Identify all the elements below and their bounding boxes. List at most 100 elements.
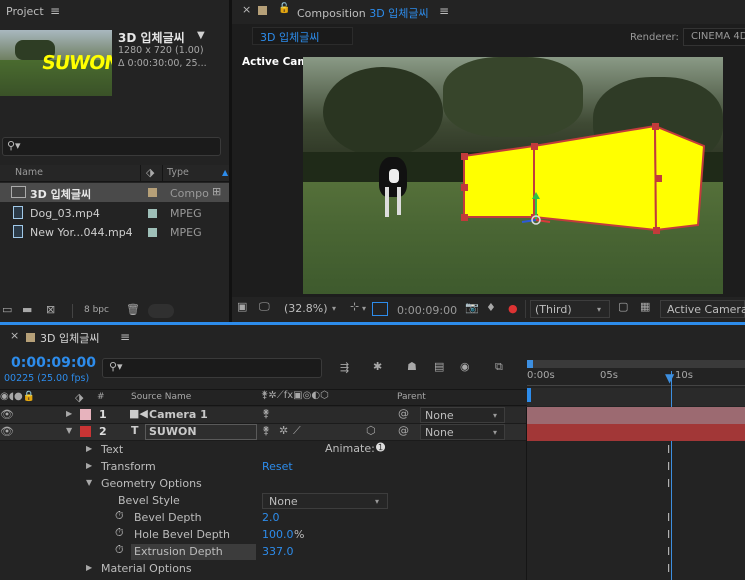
extrusion-value[interactable]: 337.0 <box>262 545 294 558</box>
bpc-button[interactable]: 8 bpc <box>84 305 109 315</box>
keyframe-marker-icon[interactable]: I <box>667 443 670 456</box>
quality-switch-icon[interactable]: ⟋ <box>293 424 301 438</box>
motion-blur-icon[interactable]: ◉ <box>460 360 470 373</box>
comp-tab-name[interactable]: 3D 입체글씨 <box>369 7 428 20</box>
current-time[interactable]: 0:00:09:00 <box>11 355 96 371</box>
frame-blending-icon[interactable]: ▤ <box>434 360 444 373</box>
chevron-down-icon[interactable]: ▾ <box>332 304 336 313</box>
property-row[interactable]: Bevel Style None ▾ <box>0 493 527 510</box>
playhead-icon[interactable]: ▼ <box>665 371 674 385</box>
playhead-line[interactable] <box>671 371 672 580</box>
keyframe-marker-icon[interactable]: I <box>667 460 670 473</box>
col-type[interactable]: Type <box>167 167 189 178</box>
project-item[interactable]: 3D 입체글씨 Compo ⊞ <box>0 183 229 202</box>
stopwatch-icon[interactable]: ⏱ <box>115 509 124 523</box>
property-row[interactable]: ▶ Material Options <box>0 561 527 578</box>
close-icon[interactable]: × <box>10 329 19 342</box>
channel-rgb-icon[interactable]: ● <box>508 302 518 315</box>
label-swatch[interactable] <box>148 209 157 218</box>
label-tag-icon[interactable]: ⬗ <box>146 166 154 179</box>
animate-menu-icon[interactable]: ➊ <box>376 441 385 454</box>
lock-icon[interactable]: 🔓 <box>278 3 290 14</box>
label-swatch[interactable] <box>148 188 157 197</box>
collapse-arrow-icon[interactable]: ▼ <box>86 478 92 487</box>
layer-label-color[interactable] <box>80 426 91 437</box>
expand-arrow-icon[interactable]: ▶ <box>86 444 92 453</box>
transparency-grid-icon[interactable]: ▦ <box>640 300 650 313</box>
collapse-switch-icon[interactable]: ✲ <box>279 424 288 437</box>
keyframe-marker-icon[interactable]: I <box>667 562 670 575</box>
project-tab[interactable]: Project <box>6 5 44 18</box>
time-ruler[interactable]: 0:00s 05s 10s ▼ <box>527 358 745 406</box>
timeline-split[interactable] <box>526 407 527 580</box>
trash-icon[interactable]: 🗑 <box>126 303 140 316</box>
3d-layer-icon[interactable]: ⬡ <box>366 424 376 437</box>
layer-row[interactable]: 👁 ▶ 1 ■◀ Camera 1 ⚵ @ None ▾ <box>0 407 527 424</box>
col-source-name[interactable]: Source Name <box>131 392 191 402</box>
keyframe-marker-icon[interactable]: I <box>667 477 670 490</box>
shy-icon[interactable]: ☗ <box>407 360 417 373</box>
eye-icon[interactable]: 👁 <box>0 408 14 421</box>
new-folder-icon[interactable]: ▬ <box>22 303 32 316</box>
timeline-search-input[interactable]: ⚲▾ <box>102 358 322 378</box>
graph-editor-icon[interactable]: ⧉ <box>495 360 503 374</box>
parent-dropdown[interactable]: None ▾ <box>420 407 505 423</box>
hole-bevel-value[interactable]: 100.0 <box>262 528 294 541</box>
shy-switch-icon[interactable]: ⚵ <box>262 407 270 420</box>
parent-dropdown[interactable]: None ▾ <box>420 424 505 440</box>
interpret-footage-icon[interactable]: ▭ <box>2 303 12 316</box>
property-row[interactable]: ⏱ Extrusion Depth 337.0 <box>0 543 527 561</box>
eye-icon[interactable]: 👁 <box>0 425 14 438</box>
comp-mini-flowchart-icon[interactable]: ⇶ <box>340 361 349 374</box>
reset-link[interactable]: Reset <box>262 460 293 473</box>
layer-name[interactable]: Camera 1 <box>149 408 208 421</box>
snapshot-camera-icon[interactable]: 📷 <box>465 301 479 314</box>
always-preview-icon[interactable]: ▣ <box>237 300 247 313</box>
col-name[interactable]: Name <box>15 167 43 178</box>
comp-dropdown-icon[interactable]: ▼ <box>197 30 205 41</box>
viewer-timecode[interactable]: 0:00:09:00 <box>397 304 457 317</box>
property-row[interactable]: ⏱ Bevel Depth 2.0 <box>0 509 527 527</box>
layer-name-box[interactable]: SUWON <box>145 424 257 440</box>
layer-bar-text[interactable] <box>527 424 745 441</box>
keyframe-marker-icon[interactable]: I <box>667 528 670 541</box>
video-eye-icon[interactable]: ◉◖●🔒 <box>0 391 35 402</box>
project-search-input[interactable]: ⚲▾ <box>2 137 221 156</box>
project-item[interactable]: New Yor...044.mp4 MPEG <box>0 223 229 242</box>
monitor-icon[interactable]: 🖵 <box>259 300 270 314</box>
mask-visibility-icon[interactable] <box>372 302 388 316</box>
expand-arrow-icon[interactable]: ▶ <box>86 563 92 572</box>
timeline-tab[interactable]: 3D 입체글씨 <box>40 330 99 346</box>
pick-whip-icon[interactable]: @ <box>398 407 409 420</box>
work-area-bar[interactable] <box>527 360 745 368</box>
comp-breadcrumb[interactable]: 3D 입체글씨 <box>252 27 353 45</box>
grid-icon[interactable]: ⊹ <box>350 300 359 313</box>
collapse-arrow-icon[interactable]: ▼ <box>66 426 72 435</box>
property-row[interactable]: ▶ Text Animate: ➊ <box>0 441 527 459</box>
chevron-down-icon[interactable]: ▾ <box>362 304 366 313</box>
project-item[interactable]: Dog_03.mp4 MPEG <box>0 204 229 223</box>
expand-arrow-icon[interactable]: ▶ <box>66 409 72 418</box>
3d-text-box[interactable] <box>232 52 745 294</box>
layer-bar-camera[interactable] <box>527 407 745 424</box>
comp-viewer[interactable]: Active Camera <box>232 52 745 294</box>
project-menu-icon[interactable]: ≡ <box>50 4 60 18</box>
comp-menu-icon[interactable]: ≡ <box>439 4 449 18</box>
region-of-interest-icon[interactable]: ▢ <box>618 300 628 313</box>
layer-row[interactable]: 👁 ▼ 2 T SUWON ⚵ ✲ ⟋ ⬡ @ None ▾ <box>0 424 527 441</box>
expand-arrow-icon[interactable]: ▶ <box>86 461 92 470</box>
close-icon[interactable]: × <box>242 3 251 16</box>
new-composition-icon[interactable]: ⊠ <box>46 303 55 316</box>
show-snapshot-icon[interactable]: ♦ <box>486 301 496 314</box>
draft-3d-icon[interactable]: ✱ <box>373 360 382 373</box>
bevel-style-dropdown[interactable]: None ▾ <box>262 493 388 509</box>
label-swatch[interactable] <box>148 228 157 237</box>
stopwatch-icon[interactable]: ⏱ <box>115 526 124 540</box>
bevel-depth-value[interactable]: 2.0 <box>262 511 280 524</box>
shy-switch-icon[interactable]: ⚵ <box>262 424 270 437</box>
property-row[interactable]: ▼ Geometry Options <box>0 476 527 493</box>
property-row[interactable]: ⏱ Hole Bevel Depth 100.0 % <box>0 526 527 544</box>
pick-whip-icon[interactable]: @ <box>398 424 409 437</box>
3d-view-dropdown[interactable]: Active Camera <box>660 300 745 318</box>
scroll-handle[interactable] <box>148 304 174 318</box>
